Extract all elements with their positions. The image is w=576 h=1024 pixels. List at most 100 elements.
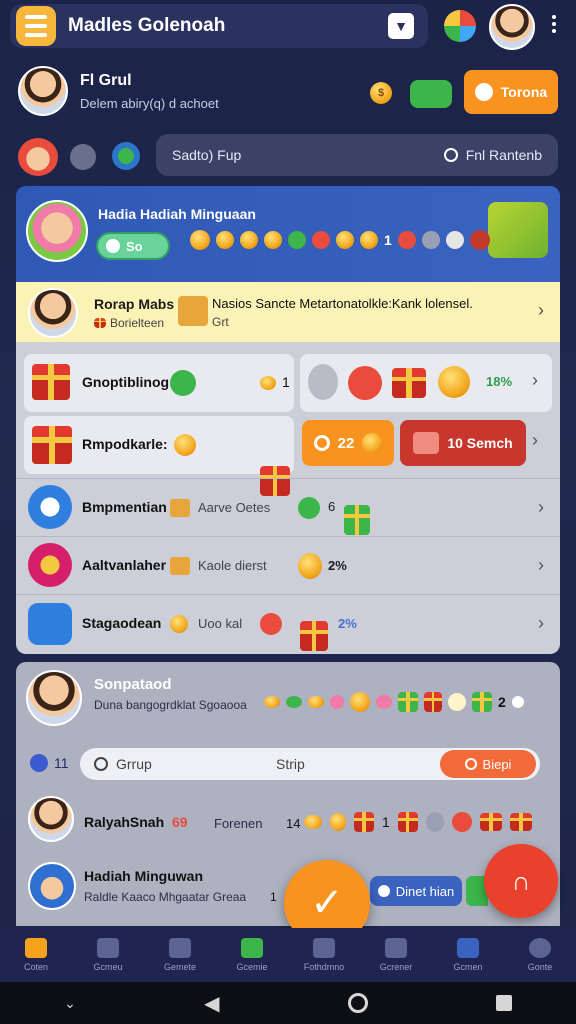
card-items-percent: 18% [486,374,513,389]
list-item[interactable]: Bmpmentian Aarve Oetes 6 › [16,478,560,536]
nav-item-profile[interactable]: Gonte [504,928,576,982]
member-action-button[interactable]: Dinet hian [370,876,462,906]
chat-bubble-icon [511,696,524,708]
gift-icon [94,318,106,328]
chat-icon[interactable] [70,144,96,170]
recents-icon[interactable] [495,995,512,1011]
character-icon [397,231,416,249]
home-button-icon[interactable] [347,993,368,1013]
nav-item-photos[interactable]: Fothdmno [288,928,360,982]
notice-title: Rorap Mabs [94,296,175,312]
coin-count-button[interactable]: 22 [302,420,394,466]
profile-info: Fl Grul Delem abiry(q) d achoet [80,72,219,111]
menu-icon[interactable] [16,6,56,46]
list-item[interactable]: Stagaodean Uoo kal 2% › [16,594,560,652]
user-avatar[interactable] [489,4,535,50]
community-avatar[interactable] [26,670,82,726]
heart-icon [474,83,493,101]
weekly-items: 1 [190,230,490,250]
member-items: 1 [304,812,532,832]
card-rewards[interactable]: Rmpodkarle: [24,416,294,496]
globe-icon[interactable] [444,10,476,42]
member-tag: 69 [172,814,188,830]
member-avatar[interactable] [28,796,74,842]
gift-icon [479,813,502,831]
list-item[interactable]: Aaltvanlaher Kaole dierst 2% › [16,536,560,594]
community-search-mid: Strip [276,756,305,772]
ticket-icon [413,432,440,454]
more-options-icon[interactable] [552,15,556,33]
nav-item-games[interactable]: Gemete [144,928,216,982]
notice-banner[interactable]: Rorap Mabs Borielteen Nasios Sancte Meta… [16,282,560,342]
nav-item-chat[interactable]: Gcmen [432,928,504,982]
coin-icon [308,696,324,708]
store-icon [97,938,119,958]
community-search-bar[interactable]: Grrup Strip Biepi [80,748,540,780]
weekly-avatar [26,200,88,262]
card-collection[interactable]: Gnoptiblinog 1 [24,354,294,412]
coin-icon [264,231,282,249]
search-input[interactable]: Sadto) Fup [172,147,241,163]
box-icon [170,557,190,575]
earth-icon[interactable] [112,142,140,170]
flower-icon [330,695,344,709]
community-title: Sonpataod [94,676,172,693]
profile-subtitle: Delem abiry(q) d achoet [80,96,219,111]
chevron-right-icon: › [538,555,544,575]
nav-item-store[interactable]: Gcmeu [72,928,144,982]
community-search-input[interactable]: Grrup [116,756,152,772]
bottom-nav: Coten Gcmeu Gemete Gcemie Fothdmno Gcren… [0,928,576,982]
green-badge[interactable] [410,80,452,108]
coin-icon [240,231,258,249]
robot-icon [425,812,444,832]
profile-action-button[interactable]: Torona [464,70,558,114]
star-icon [448,693,466,711]
notice-text: Nasios Sancte Metartonatolkle:Kank lolen… [212,296,473,311]
chevron-right-icon: › [538,300,544,320]
cup-icon [354,812,374,832]
coin-icon [174,434,196,456]
photo-icon [313,938,335,958]
coin-icon: $ [370,82,392,104]
top-bar: Madles Golenoah ▼ [10,4,428,48]
block-button[interactable]: Biepi [440,750,536,778]
home-icon [25,938,47,958]
weekly-pill[interactable]: So [96,232,170,260]
settings-count[interactable]: 11 [30,754,69,772]
nav-item-groups[interactable]: Gcrener [360,928,432,982]
character-icon[interactable] [18,138,58,176]
gift-icon [424,692,442,712]
chevron-right-icon: › [532,430,538,450]
egg-icon [445,231,464,249]
top-search-bar[interactable]: Sadto) Fup Fnl Rantenb [156,134,558,176]
gift-icon [241,938,263,958]
gear-icon [30,754,48,772]
member-name: RalyahSnah [84,814,165,830]
fruit-icon [360,231,378,249]
back-icon[interactable]: ◀ [204,991,219,1016]
chevron-down-icon[interactable]: ▼ [388,13,414,39]
coin-icon [260,376,276,390]
profile-avatar[interactable] [18,66,68,116]
nav-item-home[interactable]: Coten [0,928,72,982]
chevron-right-icon: › [532,370,538,390]
chevron-down-icon[interactable]: ⌄ [64,995,76,1012]
floating-action-button[interactable]: ∩ [484,844,558,918]
document-icon [28,603,72,645]
search-action[interactable]: Fnl Rantenb [443,147,542,163]
badge-icon [170,370,196,396]
member-sub: Raldle Kaaco Mhgaatar Greaa [84,890,247,904]
box-icon [178,296,208,326]
member-num: 1 [270,890,277,904]
group-icon [385,938,407,958]
card-items[interactable]: 18% › [300,354,552,412]
search-reward-button[interactable]: 10 Semch [400,420,526,466]
ornament-icon [260,613,282,635]
nav-item-gifts[interactable]: Gcemie [216,928,288,982]
toy-icon [451,812,472,832]
member-avatar[interactable] [28,862,76,910]
search-icon [94,757,108,771]
coin-icon [330,813,346,831]
coin-icon [190,230,210,250]
coin-icon [438,366,470,398]
